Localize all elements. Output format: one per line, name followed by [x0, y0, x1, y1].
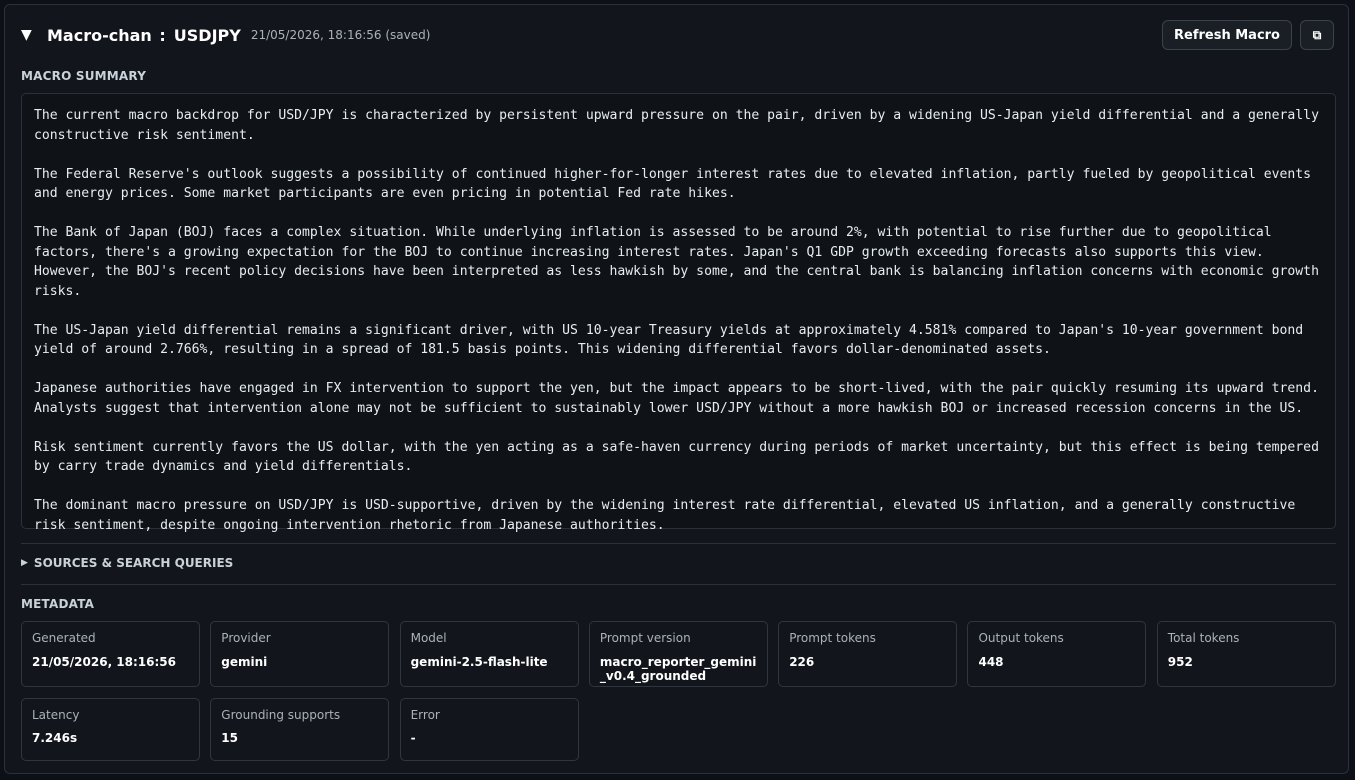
metadata-card-provider: Provider gemini	[210, 621, 390, 687]
summary-paragraph: The US-Japan yield differential remains …	[34, 322, 1304, 358]
collapse-toggle-icon[interactable]: ▼	[21, 27, 41, 43]
macro-summary-heading: MACRO SUMMARY	[21, 69, 147, 83]
metadata-value: 21/05/2026, 18:16:56	[32, 655, 176, 669]
metadata-grid: Generated 21/05/2026, 18:16:56 Provider ge…	[21, 621, 1336, 761]
metadata-card-latency: Latency 7.246s	[21, 698, 200, 761]
metadata-card-output-tokens: Output tokens 448	[967, 621, 1147, 687]
macro-summary-box: The current macro backdrop for USD/JPY i…	[21, 93, 1336, 533]
metadata-key: Latency	[32, 708, 80, 722]
metadata-heading: METADATA	[21, 597, 95, 611]
summary-paragraph: Risk sentiment currently favors the US d…	[34, 439, 1319, 475]
panel-header: ▼ Macro-chan : USDJPY 21/05/2026, 18:16:…	[21, 19, 1334, 51]
copy-button[interactable]: ⧉	[1300, 20, 1334, 50]
summary-paragraph: The current macro backdrop for USD/JPY i…	[34, 108, 1319, 143]
sources-label: SOURCES & SEARCH QUERIES	[33, 556, 234, 570]
metadata-value: 15	[221, 731, 238, 745]
summary-paragraph: The dominant macro pressure on USD/JPY i…	[34, 498, 1296, 533]
sources-toggle[interactable]: ▶ SOURCES & SEARCH QUERIES	[21, 556, 233, 570]
metadata-card-generated: Generated 21/05/2026, 18:16:56	[21, 621, 200, 687]
metadata-value: 952	[1167, 655, 1193, 669]
metadata-key: Grounding supports	[221, 708, 341, 722]
metadata-value: macro_reporter_gemini_v0.4_grounded	[599, 655, 757, 683]
divider	[21, 584, 1336, 585]
metadata-value: 448	[978, 655, 1004, 669]
summary-paragraph: The Federal Reserve's outlook suggests a…	[34, 166, 1312, 202]
metadata-card-prompt-tokens: Prompt tokens 226	[778, 621, 958, 687]
metadata-card-total-tokens: Total tokens 952	[1156, 621, 1336, 687]
metadata-key: Prompt version	[599, 631, 691, 645]
panel-title: Macro-chan :	[47, 26, 168, 45]
metadata-value: -	[410, 731, 416, 745]
metadata-key: Generated	[32, 631, 96, 645]
metadata-card-error: Error -	[399, 698, 579, 761]
macro-panel: ▼ Macro-chan : USDJPY 21/05/2026, 18:16:…	[4, 4, 1349, 774]
metadata-card-model: Model gemini-2.5-flash-lite	[399, 621, 579, 687]
title-separator: :	[159, 25, 166, 45]
metadata-card-grounding-supports: Grounding supports 15	[210, 698, 390, 761]
divider	[21, 543, 1336, 544]
metadata-value: gemini	[221, 655, 268, 669]
metadata-key: Model	[410, 631, 447, 645]
refresh-macro-button[interactable]: Refresh Macro	[1162, 20, 1292, 50]
copy-icon: ⧉	[1312, 27, 1322, 42]
metadata-key: Provider	[221, 631, 271, 645]
metadata-card-prompt-version: Prompt version macro_reporter_gemini_v0.4…	[588, 621, 768, 687]
metadata-value: gemini-2.5-flash-lite	[410, 655, 548, 669]
metadata-value: 7.246s	[32, 731, 78, 745]
panel-title-text: Macro-chan	[47, 25, 152, 45]
metadata-key: Error	[410, 708, 440, 722]
metadata-value: 226	[789, 655, 815, 669]
summary-paragraph: Japanese authorities have engaged in FX …	[34, 381, 1319, 416]
metadata-key: Prompt tokens	[789, 631, 876, 645]
saved-timestamp: 21/05/2026, 18:16:56 (saved)	[250, 28, 431, 42]
expand-triangle-icon: ▶	[21, 558, 28, 568]
symbol-label: USDJPY	[173, 25, 241, 45]
metadata-key: Total tokens	[1167, 631, 1240, 645]
summary-paragraph: The Bank of Japan (BOJ) faces a complex …	[34, 225, 1319, 299]
metadata-key: Output tokens	[978, 631, 1064, 645]
header-actions: Refresh Macro ⧉	[1162, 20, 1334, 50]
